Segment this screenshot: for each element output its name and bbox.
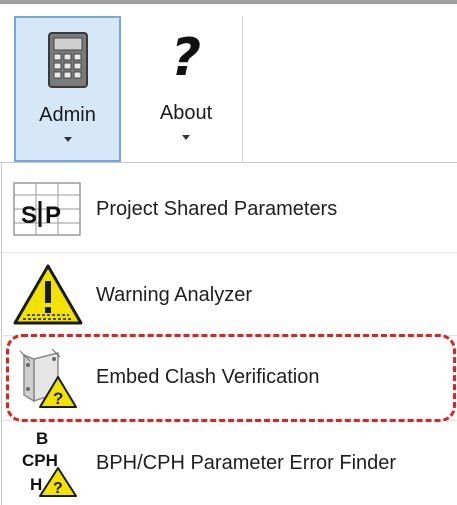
bph-cph-icon: B CPH H ? (8, 423, 88, 503)
ribbon-separator (242, 16, 243, 162)
menu-item-warning-analyzer[interactable]: Warning Analyzer (2, 253, 457, 337)
question-glyph: ? (170, 28, 202, 88)
menu-item-label: Warning Analyzer (96, 283, 252, 306)
shared-parameters-icon: S P (8, 169, 88, 249)
svg-text:?: ? (53, 480, 63, 497)
menu-item-label: BPH/CPH Parameter Error Finder (96, 451, 397, 474)
admin-button[interactable]: Admin (14, 16, 121, 162)
icon-letter-s: S (21, 202, 37, 229)
chevron-down-icon (182, 135, 190, 140)
ribbon-panel: Admin ? About (0, 4, 457, 162)
icon-letter-b: B (36, 429, 48, 448)
question-mark-icon: ? (171, 28, 201, 88)
calculator-icon (46, 30, 90, 90)
icon-letters-cph: CPH (22, 451, 58, 470)
warning-triangle-icon (8, 255, 88, 335)
chevron-down-icon (63, 137, 72, 142)
about-button-label: About (159, 102, 213, 124)
about-button[interactable]: ? About (138, 16, 234, 162)
menu-item-bph-cph-parameter-error-finder[interactable]: B CPH H ? BPH/CPH Parameter Error Finder (2, 421, 457, 505)
menu-item-label: Project Shared Parameters (96, 197, 338, 220)
icon-letter-h: H (30, 475, 42, 494)
icon-letter-p: P (45, 202, 61, 229)
admin-button-label: Admin (39, 104, 96, 126)
menu-item-project-shared-parameters[interactable]: S P Project Shared Parameters (2, 167, 457, 251)
admin-dropdown-menu: S P Project Shared Parameters Warning An… (0, 162, 457, 505)
highlight-box (6, 334, 456, 422)
